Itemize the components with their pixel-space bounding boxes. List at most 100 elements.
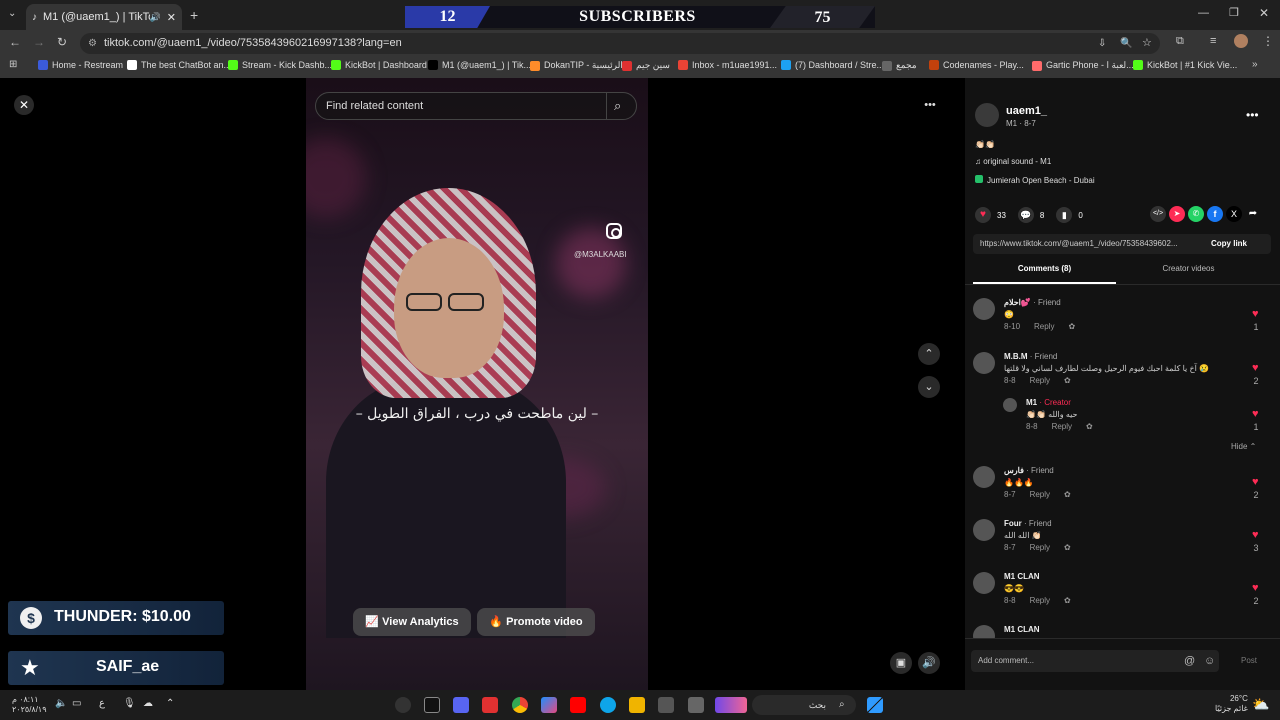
bookmark-item[interactable]: Codenames - Play... <box>929 60 1024 70</box>
terminal-icon[interactable] <box>688 697 704 713</box>
clock[interactable]: ٠٨:١١ م ٢٠٢٥/٨/١٩ <box>12 695 47 715</box>
comment-icon[interactable]: 💬 <box>1017 207 1034 223</box>
windows-start-icon[interactable] <box>867 697 883 713</box>
bookmark-item[interactable]: سين جيم <box>622 60 670 71</box>
browser-menu-icon[interactable]: ⋮ <box>1262 34 1274 48</box>
game-thumbnail-icon[interactable] <box>715 697 747 713</box>
bookmark-item[interactable]: مجمع <box>882 60 917 71</box>
tray-overflow-icon[interactable]: ⌃ <box>166 698 174 709</box>
edge-icon[interactable] <box>600 697 616 713</box>
search-icon[interactable]: ⌕ <box>614 93 621 119</box>
search-input[interactable]: Find related content ⌕ <box>315 92 637 120</box>
tab-close-icon[interactable]: ✕ <box>167 11 176 24</box>
whatsapp-icon[interactable]: ✆ <box>1188 206 1204 222</box>
forward-icon[interactable]: → <box>33 35 45 49</box>
creator-avatar[interactable] <box>975 103 999 127</box>
post-more-icon[interactable]: ••• <box>1246 108 1259 122</box>
view-analytics-button[interactable]: 📈 View Analytics <box>353 608 471 636</box>
mic-icon[interactable]: 🎙 <box>123 698 136 709</box>
comment-like-icon[interactable]: ♥ <box>1252 408 1259 420</box>
profile-avatar[interactable] <box>1234 34 1248 48</box>
copy-link-button[interactable]: Copy link <box>1211 234 1247 254</box>
weather-widget[interactable]: 26°C غائم جزئيًا <box>1215 694 1248 714</box>
reaction-icon[interactable]: ✿ <box>1064 596 1071 605</box>
bookmark-item[interactable]: DokanTIP - الرئيسية <box>530 60 623 71</box>
previous-video-icon[interactable]: ⌃ <box>918 343 940 365</box>
tab-audio-icon[interactable]: 🔊 <box>150 12 161 23</box>
next-video-icon[interactable]: ⌄ <box>918 376 940 398</box>
commenter-avatar[interactable] <box>973 352 995 374</box>
reply-button[interactable]: Reply <box>1034 322 1054 331</box>
browser-tab-tiktok[interactable]: ♪ M1 (@uaem1_) | TikTok 🔊 ✕ <box>26 4 182 30</box>
reaction-icon[interactable]: ✿ <box>1086 422 1093 431</box>
promote-video-button[interactable]: 🔥 Promote video <box>477 608 595 636</box>
tab-creator-videos[interactable]: Creator videos <box>1116 264 1261 273</box>
media-icon[interactable]: ≡ <box>1210 35 1216 47</box>
mention-icon[interactable]: @ <box>1184 650 1195 672</box>
commenter-avatar[interactable] <box>973 298 995 320</box>
commenter-name[interactable]: Four · Friend <box>1004 519 1052 528</box>
send-icon[interactable]: ➤ <box>1169 206 1185 222</box>
copilot-icon[interactable] <box>541 697 557 713</box>
discord-icon[interactable] <box>453 697 469 713</box>
x-icon[interactable]: X <box>1226 206 1242 222</box>
commenter-name[interactable]: فارس · Friend <box>1004 466 1054 475</box>
extensions-icon[interactable]: ⧉ <box>1176 35 1184 48</box>
bookmark-item[interactable]: The best ChatBot an... <box>127 60 231 70</box>
bookmark-item[interactable]: Home - Restream <box>38 60 123 70</box>
more-options-icon[interactable]: ••• <box>919 94 941 116</box>
emoji-icon[interactable]: ☺ <box>1204 650 1215 672</box>
comment-like-icon[interactable]: ♥ <box>1252 308 1259 320</box>
reaction-icon[interactable]: ✿ <box>1064 376 1071 385</box>
cloud-icon[interactable]: ☁ <box>143 698 153 709</box>
volume-icon[interactable]: 🔊 <box>918 652 940 674</box>
language-indicator[interactable]: ع <box>99 698 105 709</box>
youtube-icon[interactable] <box>570 697 586 713</box>
commenter-avatar[interactable] <box>973 519 995 541</box>
zoom-icon[interactable]: 🔍 <box>1120 33 1132 54</box>
creator-username[interactable]: uaem1_ <box>1006 105 1047 117</box>
chrome-icon[interactable] <box>512 697 528 713</box>
minimize-icon[interactable]: — <box>1198 7 1209 19</box>
share-icon[interactable]: ➦ <box>1245 206 1261 222</box>
like-icon[interactable]: ♥ <box>975 207 991 223</box>
apps-grid-icon[interactable]: ⊞ <box>9 59 17 70</box>
mini-player-icon[interactable]: ▣ <box>890 652 912 674</box>
commenter-name[interactable]: احلام💕 · Friend <box>1004 298 1061 307</box>
comment-like-icon[interactable]: ♥ <box>1252 582 1259 594</box>
add-comment-input[interactable]: Add comment... @ ☺ <box>971 650 1219 672</box>
site-info-icon[interactable]: ⚙ <box>88 33 97 54</box>
sound-row[interactable]: ♫ original sound - M1 <box>975 157 1051 166</box>
app-icon[interactable] <box>482 697 498 713</box>
bookmark-item[interactable]: KickBot | Dashboard <box>331 60 427 70</box>
reply-button[interactable]: Reply <box>1030 596 1050 605</box>
location-row[interactable]: Jumierah Open Beach - Dubai <box>975 175 1095 185</box>
comment-like-icon[interactable]: ♥ <box>1252 529 1259 541</box>
new-tab-icon[interactable]: + <box>190 7 198 23</box>
obs-icon[interactable] <box>395 697 411 713</box>
reaction-icon[interactable]: ✿ <box>1068 322 1075 331</box>
reply-button[interactable]: Reply <box>1030 376 1050 385</box>
reply-button[interactable]: Reply <box>1030 543 1050 552</box>
window-close-icon[interactable]: ✕ <box>1259 6 1269 20</box>
store-icon[interactable] <box>658 697 674 713</box>
commenter-name[interactable]: M.B.M · Friend <box>1004 352 1057 361</box>
install-app-icon[interactable]: ⇩ <box>1098 33 1106 54</box>
reaction-icon[interactable]: ✿ <box>1064 543 1071 552</box>
reply-button[interactable]: Reply <box>1030 490 1050 499</box>
bookmark-item[interactable]: Stream - Kick Dashb... <box>228 60 332 70</box>
bookmark-icon[interactable]: ▮ <box>1056 207 1073 223</box>
tab-comments[interactable]: Comments (8) <box>973 264 1116 273</box>
bookmark-item[interactable]: (7) Dashboard / Stre... <box>781 60 884 70</box>
facebook-icon[interactable]: f <box>1207 206 1223 222</box>
network-icon[interactable]: ▭ <box>72 698 81 709</box>
video-player[interactable]: @M3ALKAABI – لين ماطحت في درب ، الفراق ا… <box>306 78 648 690</box>
comment-like-icon[interactable]: ♥ <box>1252 476 1259 488</box>
bookmark-star-icon[interactable]: ☆ <box>1142 33 1152 54</box>
capcut-icon[interactable] <box>424 697 440 713</box>
bookmark-item[interactable]: Inbox - m1uae1991... <box>678 60 777 70</box>
restore-icon[interactable]: ❐ <box>1229 6 1239 19</box>
reply-button[interactable]: Reply <box>1052 422 1072 431</box>
embed-icon[interactable]: </> <box>1150 206 1166 222</box>
bookmarks-overflow-icon[interactable]: » <box>1252 59 1258 70</box>
